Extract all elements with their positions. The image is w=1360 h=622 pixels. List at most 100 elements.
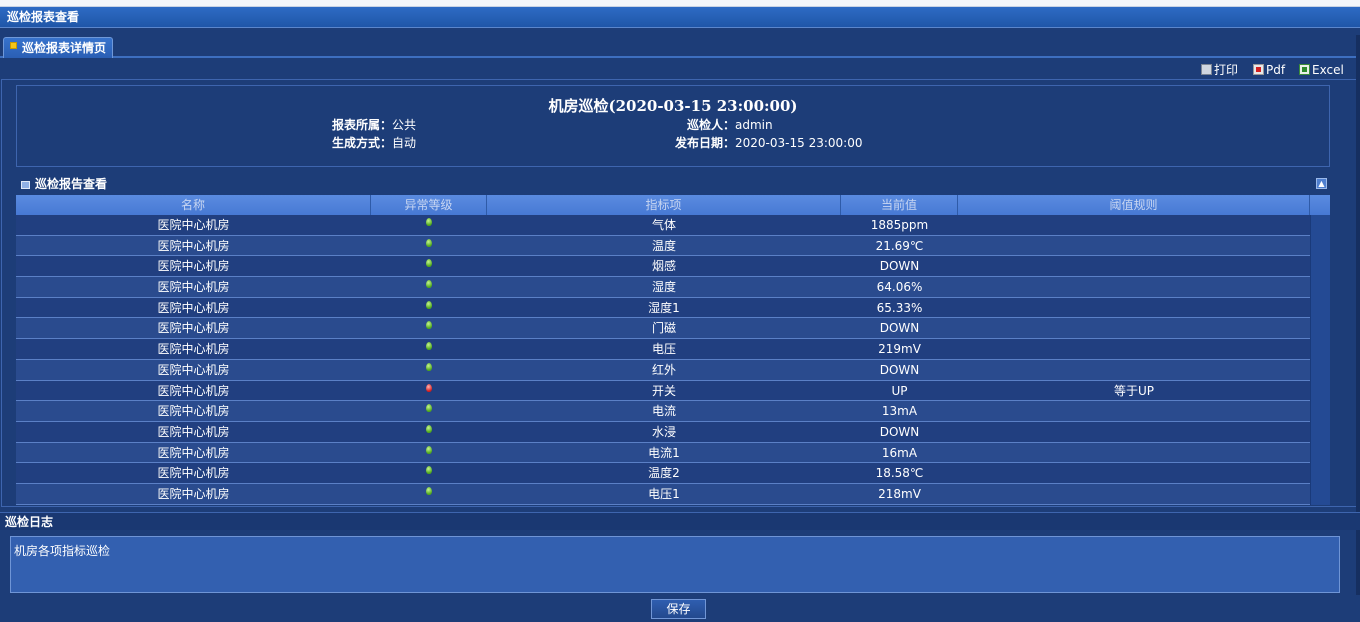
panel-header: 巡检报告查看 ▲ bbox=[16, 174, 1330, 194]
pdf-export-button[interactable]: Pdf bbox=[1253, 63, 1285, 77]
cell-name: 医院中心机房 bbox=[157, 466, 230, 481]
date-label: 发布日期： bbox=[675, 136, 736, 150]
cell-name: 医院中心机房 bbox=[157, 383, 230, 398]
table-row[interactable]: 医院中心机房 气体 1885ppm bbox=[16, 215, 1310, 236]
cell-value: 218mV bbox=[878, 486, 921, 501]
print-button[interactable]: 打印 bbox=[1201, 63, 1238, 77]
print-label: 打印 bbox=[1214, 63, 1239, 77]
owner-label: 报表所属： bbox=[332, 118, 393, 132]
export-toolbar: 打印 Pdf Excel bbox=[0, 60, 1360, 80]
normal-status-icon bbox=[426, 466, 432, 475]
cell-name: 医院中心机房 bbox=[157, 362, 230, 377]
cell-rule bbox=[958, 298, 1310, 318]
alarm-status-icon bbox=[426, 383, 432, 392]
cell-rule bbox=[958, 443, 1310, 463]
cell-name: 医院中心机房 bbox=[157, 486, 230, 501]
printer-icon bbox=[1201, 64, 1212, 75]
log-textarea[interactable]: 机房各项指标巡检 bbox=[10, 536, 1340, 593]
table-row[interactable]: 医院中心机房 湿度 64.06% bbox=[16, 277, 1310, 298]
page-scrollbar[interactable] bbox=[1356, 35, 1360, 595]
generation-label: 生成方式： bbox=[332, 136, 393, 150]
cell-item: 开关 bbox=[651, 383, 676, 398]
table-row[interactable]: 医院中心机房 水浸 DOWN bbox=[16, 421, 1310, 443]
cell-item: 门磁 bbox=[651, 321, 676, 336]
tab-label: 巡检报表详情页 bbox=[22, 41, 107, 55]
table-row[interactable]: 医院中心机房 温度 21.69℃ bbox=[16, 235, 1310, 257]
normal-status-icon bbox=[426, 362, 432, 371]
normal-status-icon bbox=[426, 300, 432, 309]
tab-report-detail[interactable]: 巡检报表详情页 bbox=[3, 37, 113, 58]
cell-item: 湿度 bbox=[651, 280, 676, 295]
cell-rule bbox=[958, 401, 1310, 421]
cell-level bbox=[371, 256, 487, 276]
cell-level bbox=[371, 236, 487, 256]
cell-value: DOWN bbox=[879, 362, 920, 377]
excel-icon bbox=[1299, 64, 1310, 75]
normal-status-icon bbox=[426, 218, 432, 226]
report-owner: 报表所属：公共 bbox=[332, 116, 416, 133]
cell-item: 烟感 bbox=[651, 259, 676, 274]
cell-rule bbox=[958, 215, 1310, 235]
log-title: 巡检日志 bbox=[0, 512, 1360, 530]
table-row[interactable]: 医院中心机房 红外 DOWN bbox=[16, 359, 1310, 381]
save-button[interactable]: 保存 bbox=[651, 599, 706, 619]
cell-value: UP bbox=[891, 383, 908, 398]
normal-status-icon bbox=[426, 445, 432, 454]
cell-level bbox=[371, 277, 487, 297]
cell-level bbox=[371, 215, 487, 235]
report-header: 机房巡检(2020-03-15 23:00:00) 报表所属：公共 巡检人：ad… bbox=[16, 85, 1330, 167]
cell-item: 湿度1 bbox=[648, 300, 680, 315]
cell-value: DOWN bbox=[879, 424, 920, 439]
cell-level bbox=[371, 318, 487, 338]
browser-top-strip bbox=[0, 0, 1360, 7]
cell-value: 1885ppm bbox=[870, 218, 929, 232]
col-header-value[interactable]: 当前值 bbox=[841, 195, 958, 215]
inspector-value: admin bbox=[735, 118, 773, 132]
cell-item: 温度 bbox=[651, 238, 676, 253]
window-title: 巡检报表查看 bbox=[0, 7, 1360, 28]
cell-level bbox=[371, 422, 487, 442]
cell-level bbox=[371, 339, 487, 359]
cell-name: 医院中心机房 bbox=[157, 445, 230, 460]
table-row[interactable]: 医院中心机房 电压1 218mV bbox=[16, 483, 1310, 505]
cell-level bbox=[371, 484, 487, 504]
cell-item: 红外 bbox=[651, 362, 676, 377]
normal-status-icon bbox=[426, 280, 432, 289]
cell-rule: 等于UP bbox=[1113, 383, 1155, 398]
col-header-item[interactable]: 指标项 bbox=[487, 195, 841, 215]
col-header-level[interactable]: 异常等级 bbox=[371, 195, 487, 215]
collapse-icon[interactable]: ▲ bbox=[1316, 178, 1327, 189]
cell-name: 医院中心机房 bbox=[157, 424, 230, 439]
report-title: 机房巡检(2020-03-15 23:00:00) bbox=[548, 97, 798, 115]
cell-item: 电流1 bbox=[648, 445, 680, 460]
table-row[interactable]: 医院中心机房 电流1 16mA bbox=[16, 442, 1310, 464]
cell-level bbox=[371, 298, 487, 318]
normal-status-icon bbox=[426, 404, 432, 413]
normal-status-icon bbox=[426, 486, 432, 495]
cell-item: 电压1 bbox=[648, 486, 680, 501]
table-row[interactable]: 医院中心机房 湿度1 65.33% bbox=[16, 297, 1310, 319]
cell-item: 温度2 bbox=[648, 466, 680, 481]
excel-export-button[interactable]: Excel bbox=[1299, 63, 1344, 77]
report-generation: 生成方式：自动 bbox=[332, 134, 416, 151]
col-header-rule[interactable]: 阈值规则 bbox=[958, 195, 1310, 215]
cell-rule bbox=[958, 360, 1310, 380]
table-row[interactable]: 医院中心机房 温度2 18.58℃ bbox=[16, 463, 1310, 484]
cell-value: 21.69℃ bbox=[875, 238, 924, 253]
cell-name: 医院中心机房 bbox=[157, 321, 230, 336]
cell-item: 气体 bbox=[651, 218, 676, 232]
cell-name: 医院中心机房 bbox=[157, 342, 230, 357]
cell-rule bbox=[958, 484, 1310, 504]
col-header-name[interactable]: 名称 bbox=[16, 195, 371, 215]
cell-value: 16mA bbox=[881, 445, 918, 460]
cell-value: 18.58℃ bbox=[875, 466, 924, 481]
cell-name: 医院中心机房 bbox=[157, 280, 230, 295]
cell-level bbox=[371, 401, 487, 421]
table-row[interactable]: 医院中心机房 烟感 DOWN bbox=[16, 256, 1310, 278]
cell-name: 医院中心机房 bbox=[157, 238, 230, 253]
table-row[interactable]: 医院中心机房 电流 13mA bbox=[16, 401, 1310, 422]
table-row[interactable]: 医院中心机房 电压 219mV bbox=[16, 339, 1310, 360]
table-row[interactable]: 医院中心机房 门磁 DOWN bbox=[16, 318, 1310, 340]
table-scrollbar[interactable] bbox=[1310, 215, 1330, 505]
table-row[interactable]: 医院中心机房 开关 UP 等于UP bbox=[16, 380, 1310, 402]
